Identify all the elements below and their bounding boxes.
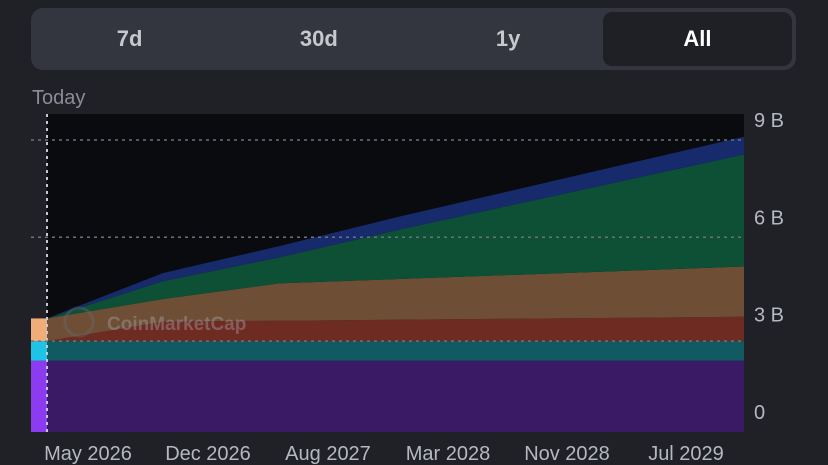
y-tick-label: 9 B [754,110,784,132]
watermark-text: CoinMarketCap [107,314,246,335]
today-segment-1 [31,341,47,361]
x-axis: May 2026 Dec 2026 Aug 2027 Mar 2028 Nov 2028… [44,443,724,465]
x-tick-label: Nov 2028 [524,443,610,465]
x-tick-label: Jul 2029 [648,443,724,465]
today-bar [31,318,47,432]
today-segment-0 [31,360,47,432]
y-axis: 0 3 B 6 B 9 B [754,110,784,424]
supply-chart: CoinMarketCap 0 3 B 6 B 9 B May 2026 Dec 202… [31,110,784,465]
x-tick-label: May 2026 [44,443,132,465]
area-series-1 [47,341,744,361]
y-tick-label: 6 B [754,207,784,229]
y-tick-label: 3 B [754,305,784,327]
x-tick-label: Aug 2027 [285,443,371,465]
x-tick-label: Dec 2026 [165,443,251,465]
y-tick-label: 0 [754,402,765,424]
area-series-0 [47,360,744,432]
page: 7d 30d 1y All Today CoinMarketCap 03 B6 … [0,0,828,465]
x-tick-label: Mar 2028 [406,443,491,465]
today-segment-3 [31,318,47,342]
